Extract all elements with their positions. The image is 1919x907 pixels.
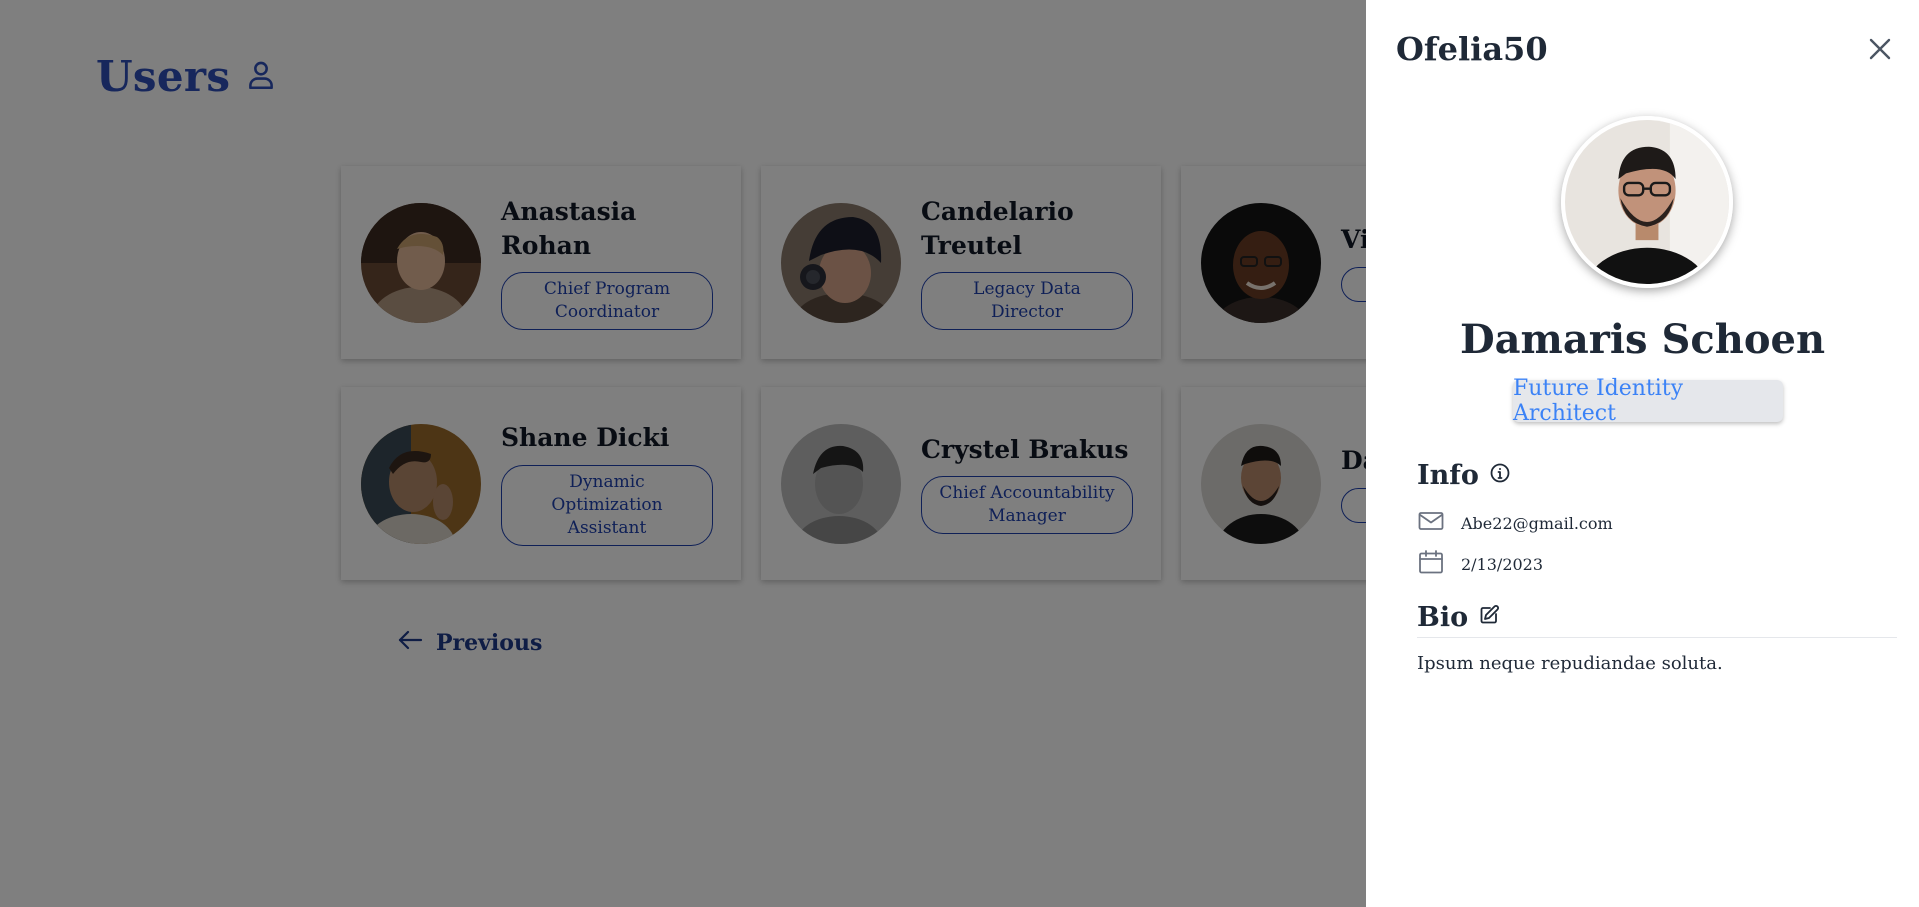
date-row: 2/13/2023 [1417, 549, 1543, 579]
edit-icon[interactable] [1478, 602, 1500, 633]
profile-name: Damaris Schoen [1459, 316, 1826, 363]
email-value: Abe22@gmail.com [1461, 513, 1613, 533]
close-icon [1864, 33, 1896, 65]
date-value: 2/13/2023 [1461, 554, 1544, 574]
profile-role-badge: Future Identity Architect [1513, 376, 1783, 426]
mail-icon [1417, 508, 1445, 538]
profile-avatar [1561, 116, 1733, 288]
info-section-heading: Info [1417, 460, 1511, 491]
bio-text: Ipsum neque repudiandae soluta. [1417, 653, 1723, 674]
bio-divider [1417, 637, 1897, 638]
close-button[interactable] [1864, 33, 1896, 65]
email-row: Abe22@gmail.com [1417, 508, 1613, 538]
drawer-title: Ofelia50 [1396, 30, 1548, 68]
calendar-icon [1417, 549, 1445, 579]
user-detail-drawer: Ofelia50 Damaris Schoen Future Identity … [1366, 0, 1919, 907]
info-circle-icon [1489, 460, 1511, 491]
bio-section-heading: Bio [1417, 602, 1500, 633]
info-heading-text: Info [1417, 460, 1479, 491]
bio-heading-text: Bio [1417, 602, 1469, 633]
drawer-header: Ofelia50 [1396, 30, 1896, 68]
